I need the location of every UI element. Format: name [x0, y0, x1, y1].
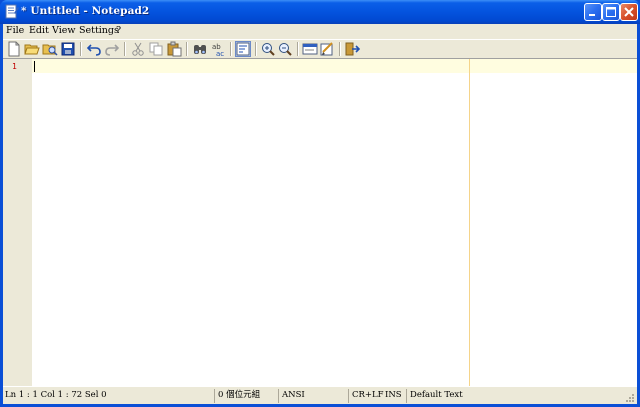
find-icon[interactable]: [192, 41, 208, 57]
toolbar-separator: [124, 42, 126, 56]
maximize-button[interactable]: [602, 3, 620, 21]
status-position: Ln 1 : 1 Col 1 : 72 Sel 0: [5, 390, 107, 400]
toolbar-separator: [339, 42, 341, 56]
toolbar-separator: [186, 42, 188, 56]
client-area: File Edit View Settings ? ab ac 1 Ln 1:…: [3, 24, 637, 405]
cut-icon[interactable]: [130, 41, 146, 57]
toolbar-separator: [80, 42, 82, 56]
status-scheme: Default Text: [406, 389, 486, 403]
menu-help[interactable]: ?: [116, 24, 121, 38]
exit-icon[interactable]: [344, 41, 360, 57]
menu-view[interactable]: View: [52, 24, 76, 38]
paste-icon[interactable]: [166, 41, 182, 57]
menu-settings[interactable]: Settings: [79, 24, 119, 38]
undo-icon[interactable]: [86, 41, 102, 57]
notepad2-window: * Untitled - Notepad2 File Edit View Set…: [0, 0, 640, 407]
toolbar: ab ac: [3, 39, 637, 58]
current-line-highlight: [32, 59, 637, 73]
word-wrap-icon: [236, 42, 250, 56]
notepad-app-icon[interactable]: [5, 4, 19, 20]
save-icon[interactable]: [60, 41, 76, 57]
status-insert-mode: INS: [385, 390, 402, 400]
close-icon: [624, 7, 634, 17]
status-bar: Ln 1 : 1 Col 1 : 72 Sel 0 0 個位元組 ANSI CR…: [3, 386, 637, 405]
status-size: 0 個位元組: [214, 389, 278, 403]
minimize-button[interactable]: [584, 3, 602, 21]
close-button[interactable]: [620, 3, 638, 21]
maximize-icon: [606, 7, 616, 17]
menu-file[interactable]: File: [6, 24, 24, 38]
status-encoding: ANSI: [278, 389, 348, 403]
zoom-out-icon[interactable]: [277, 41, 293, 57]
resize-grip-icon[interactable]: [625, 393, 635, 403]
customize-icon[interactable]: [319, 41, 335, 57]
new-file-icon[interactable]: [6, 41, 22, 57]
toolbar-separator: [255, 42, 257, 56]
toolbar-separator: [297, 42, 299, 56]
status-line-ending: CR+LF: [348, 389, 384, 403]
word-wrap-button[interactable]: [235, 41, 251, 57]
title-bar[interactable]: * Untitled - Notepad2: [0, 0, 640, 24]
browse-icon[interactable]: [42, 41, 58, 57]
window-title: * Untitled - Notepad2: [21, 5, 150, 17]
zoom-in-icon[interactable]: [260, 41, 276, 57]
editor-area[interactable]: 1: [3, 58, 637, 387]
line-number: 1: [12, 62, 17, 71]
copy-icon[interactable]: [148, 41, 164, 57]
text-caret: [34, 61, 35, 72]
toolbar-separator: [230, 42, 232, 56]
replace-icon[interactable]: abac: [210, 41, 226, 57]
open-folder-icon[interactable]: [24, 41, 40, 57]
scheme-icon[interactable]: [302, 41, 318, 57]
menu-edit[interactable]: Edit: [29, 24, 49, 38]
menu-bar: File Edit View Settings ?: [3, 24, 637, 38]
line-number-gutter: 1: [3, 59, 32, 387]
redo-icon[interactable]: [104, 41, 120, 57]
minimize-icon: [589, 14, 595, 16]
long-line-marker: [469, 59, 470, 387]
svg-text:ac: ac: [216, 50, 224, 57]
